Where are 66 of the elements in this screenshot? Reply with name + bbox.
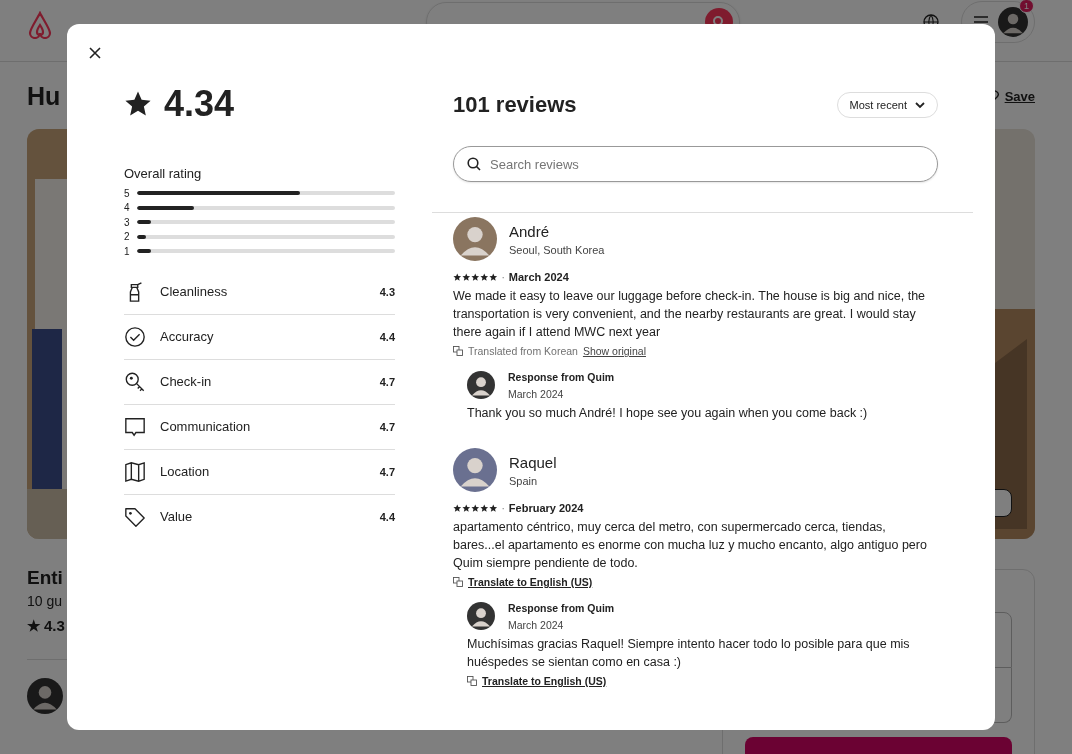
review-date: March 2024 (508, 271, 569, 283)
star-icon: ★ (27, 617, 40, 635)
translate-icon (453, 577, 463, 587)
listing-details: 10 gu (27, 593, 63, 609)
reviewer-name: Raquel (509, 453, 557, 471)
check-circle-icon (124, 325, 146, 348)
separator-dot: · (501, 502, 505, 514)
category-score: 4.7 (379, 420, 395, 433)
category-label: Accuracy (160, 329, 215, 344)
translate-icon (453, 346, 463, 356)
speech-bubble-icon (124, 415, 146, 438)
average-rating: 4.34 (164, 83, 235, 125)
tag-icon (124, 505, 146, 528)
reviewer-location: Spain (509, 474, 539, 487)
review-text: apartamento céntrico, muy cerca del metro, con supermercado cerca, tiendas, bares...el apartamento es enorme con mucha luz y mucho encanto, algo antiguo pero Quim siempre pendiente de todo. (453, 519, 928, 572)
review-date: February 2024 (508, 502, 584, 514)
avatar-icon (453, 217, 497, 261)
avatar-icon (27, 678, 63, 714)
map-icon (124, 460, 146, 483)
avatar-icon (467, 602, 495, 630)
translation-link[interactable]: Show original (582, 345, 646, 357)
star-level-label: 5 (124, 187, 130, 199)
separator-dot: · (501, 271, 505, 283)
star-level-label: 4 (124, 202, 130, 214)
chevron-down-icon (915, 101, 925, 109)
response-title: Response from Quim (508, 371, 615, 383)
category-score: 4.4 (379, 510, 395, 523)
notification-badge: 1 (1019, 0, 1034, 13)
search-field[interactable]: Search reviews (453, 146, 938, 182)
overall-rating-label: Overall rating (124, 166, 203, 181)
reviews-count: 101 reviews (453, 92, 577, 118)
reviewer-name: André (509, 222, 551, 240)
close-icon (89, 47, 101, 59)
category-label: Cleanliness (160, 284, 229, 299)
avatar-icon (467, 371, 495, 399)
translation-link[interactable]: Translate to English (US) (482, 675, 607, 687)
star-icon (124, 90, 152, 118)
translation-link[interactable]: Translate to English (US) (468, 576, 593, 588)
logo-icon (27, 10, 53, 39)
response-date: March 2024 (508, 619, 565, 631)
star-level-label: 2 (124, 231, 130, 243)
listing-heading: Hu (27, 82, 61, 111)
translation-note: Translated from Korean (468, 345, 578, 357)
category-label: Communication (160, 419, 252, 434)
category-label: Location (160, 464, 211, 479)
response-title: Response from Quim (508, 602, 615, 614)
reviewer-location: Seoul, South Korea (509, 243, 605, 256)
translate-icon (467, 676, 477, 686)
category-score: 4.4 (379, 330, 395, 343)
category-label: Value (160, 509, 194, 524)
sort-dropdown[interactable]: Most recent (836, 92, 938, 118)
category-score: 4.7 (379, 375, 395, 388)
search-icon (467, 157, 481, 171)
category-score: 4.7 (379, 465, 395, 478)
response-text: Muchísimas gracias Raquel! Siempre intento hacer todo lo posible para que mis huéspedes se sientan como en casa :) (467, 636, 911, 671)
category-score: 4.3 (379, 285, 395, 298)
category-label: Check-in (160, 374, 213, 389)
avatar-icon (453, 448, 497, 492)
listing-rating: 4.3 (44, 617, 65, 635)
star-level-label: 1 (124, 245, 130, 257)
listing-title: Enti (27, 567, 63, 589)
star-level-label: 3 (124, 216, 130, 228)
review-text: We made it easy to leave our luggage before check-in. The house is big and nice, the transportation is very convenient, and the nearby restaurants are great. I would stay there again if I attend MWC next year (453, 288, 927, 341)
key-icon (124, 370, 146, 393)
response-date: March 2024 (508, 388, 565, 400)
response-text: Thank you so much André! I hope see you again when you come back :) (467, 405, 869, 422)
